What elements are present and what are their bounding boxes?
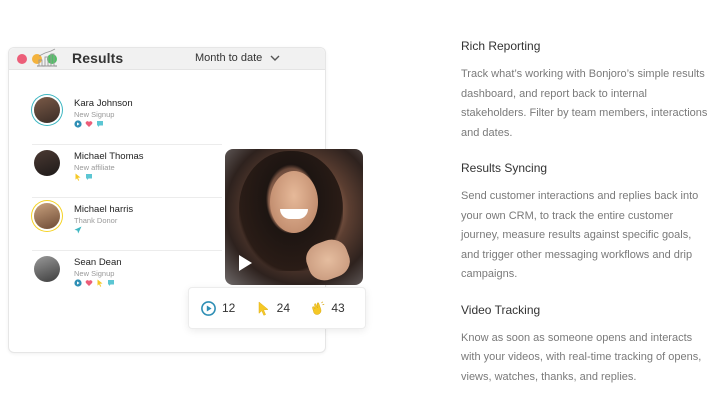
avatar (34, 97, 60, 123)
send-icon (74, 226, 82, 234)
play-icon[interactable] (239, 255, 252, 271)
chat-icon (86, 174, 92, 180)
cursor-icon (75, 173, 81, 181)
feature-body: Send customer interactions and replies b… (461, 190, 699, 280)
chevron-down-icon (270, 55, 280, 61)
thanks-stat: 43 (310, 301, 365, 316)
clap-icon (312, 301, 325, 315)
thanks-count: 43 (331, 301, 345, 315)
cursor-icon (97, 279, 103, 287)
feature-title: Video Tracking (461, 302, 541, 317)
video-subject-face (270, 171, 318, 233)
list-item[interactable]: Kara Johnson New Signup (32, 92, 222, 145)
feature-video-tracking: Video Tracking Know as soon as someone o… (461, 302, 711, 388)
play-icon (74, 120, 82, 128)
contact-name: Michael harris (74, 204, 134, 215)
chat-icon (97, 121, 103, 127)
clicks-stat: 24 (256, 300, 311, 316)
interaction-tags (74, 279, 115, 287)
list-item[interactable]: Michael Thomas New affiliate (32, 145, 222, 198)
contact-status: Thank Donor (74, 216, 118, 225)
date-range-value: Month to date (195, 52, 263, 64)
contact-status: New Signup (74, 110, 115, 119)
plays-count: 12 (222, 301, 236, 315)
feature-title: Rich Reporting (461, 39, 541, 53)
interaction-tags (74, 226, 82, 234)
chat-icon (108, 280, 114, 286)
contacts-list: Kara Johnson New Signup Michael Thomas N… (32, 92, 222, 304)
feature-rich-reporting: Rich Reporting Track what’s working with… (461, 38, 711, 143)
results-header: Results Month to date (32, 48, 294, 70)
feature-body: Know as soon as someone opens and intera… (461, 331, 702, 383)
interaction-tags (74, 173, 93, 181)
avatar (34, 150, 60, 176)
feature-title: Results Syncing (461, 161, 548, 175)
clicks-count: 24 (276, 301, 291, 315)
close-window-button[interactable] (17, 54, 27, 64)
interaction-tags (74, 120, 104, 128)
play-circle-icon (201, 300, 216, 316)
feature-results-syncing: Results Syncing Send customer interactio… (461, 160, 711, 285)
contact-status: New Signup (74, 269, 115, 278)
contact-name: Sean Dean (74, 257, 122, 268)
feature-body: Track what’s working with Bonjoro’s simp… (461, 68, 708, 139)
contact-name: Michael Thomas (74, 151, 144, 162)
results-title: Results (72, 50, 124, 66)
plays-stat: 12 (201, 300, 256, 316)
list-item[interactable]: Michael harris Thank Donor (32, 198, 222, 251)
avatar (34, 203, 60, 229)
cursor-icon (258, 300, 269, 316)
contact-status: New affiliate (74, 163, 115, 172)
contact-name: Kara Johnson (74, 98, 133, 109)
heart-icon (85, 280, 93, 286)
video-stats-bar: 12 24 43 (188, 287, 366, 329)
avatar (34, 256, 60, 282)
heart-icon (85, 121, 93, 127)
bar-chart-icon (37, 48, 57, 67)
video-thumbnail[interactable] (225, 149, 363, 285)
date-range-select[interactable]: Month to date (195, 52, 282, 64)
features-list: Rich Reporting Track what’s working with… (461, 38, 711, 404)
play-icon (74, 279, 82, 287)
